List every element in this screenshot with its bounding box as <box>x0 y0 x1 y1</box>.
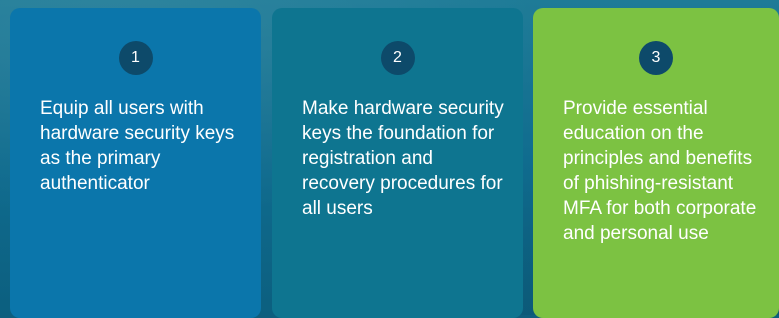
step-text-1: Equip all users with hardware security k… <box>40 98 235 194</box>
step-card-1: 1 Equip all users with hardware security… <box>10 8 261 318</box>
step-card-3: 3 Provide essential education on the pri… <box>533 8 779 318</box>
step-text-3: Provide essential education on the princ… <box>563 98 757 244</box>
step-number-badge-3: 3 <box>639 41 673 75</box>
step-card-2: 2 Make hardware security keys the founda… <box>272 8 523 318</box>
step-number-badge-2: 2 <box>380 41 415 75</box>
step-text-2: Make hardware security keys the foundati… <box>302 98 504 219</box>
step-number-badge-1: 1 <box>118 41 153 75</box>
